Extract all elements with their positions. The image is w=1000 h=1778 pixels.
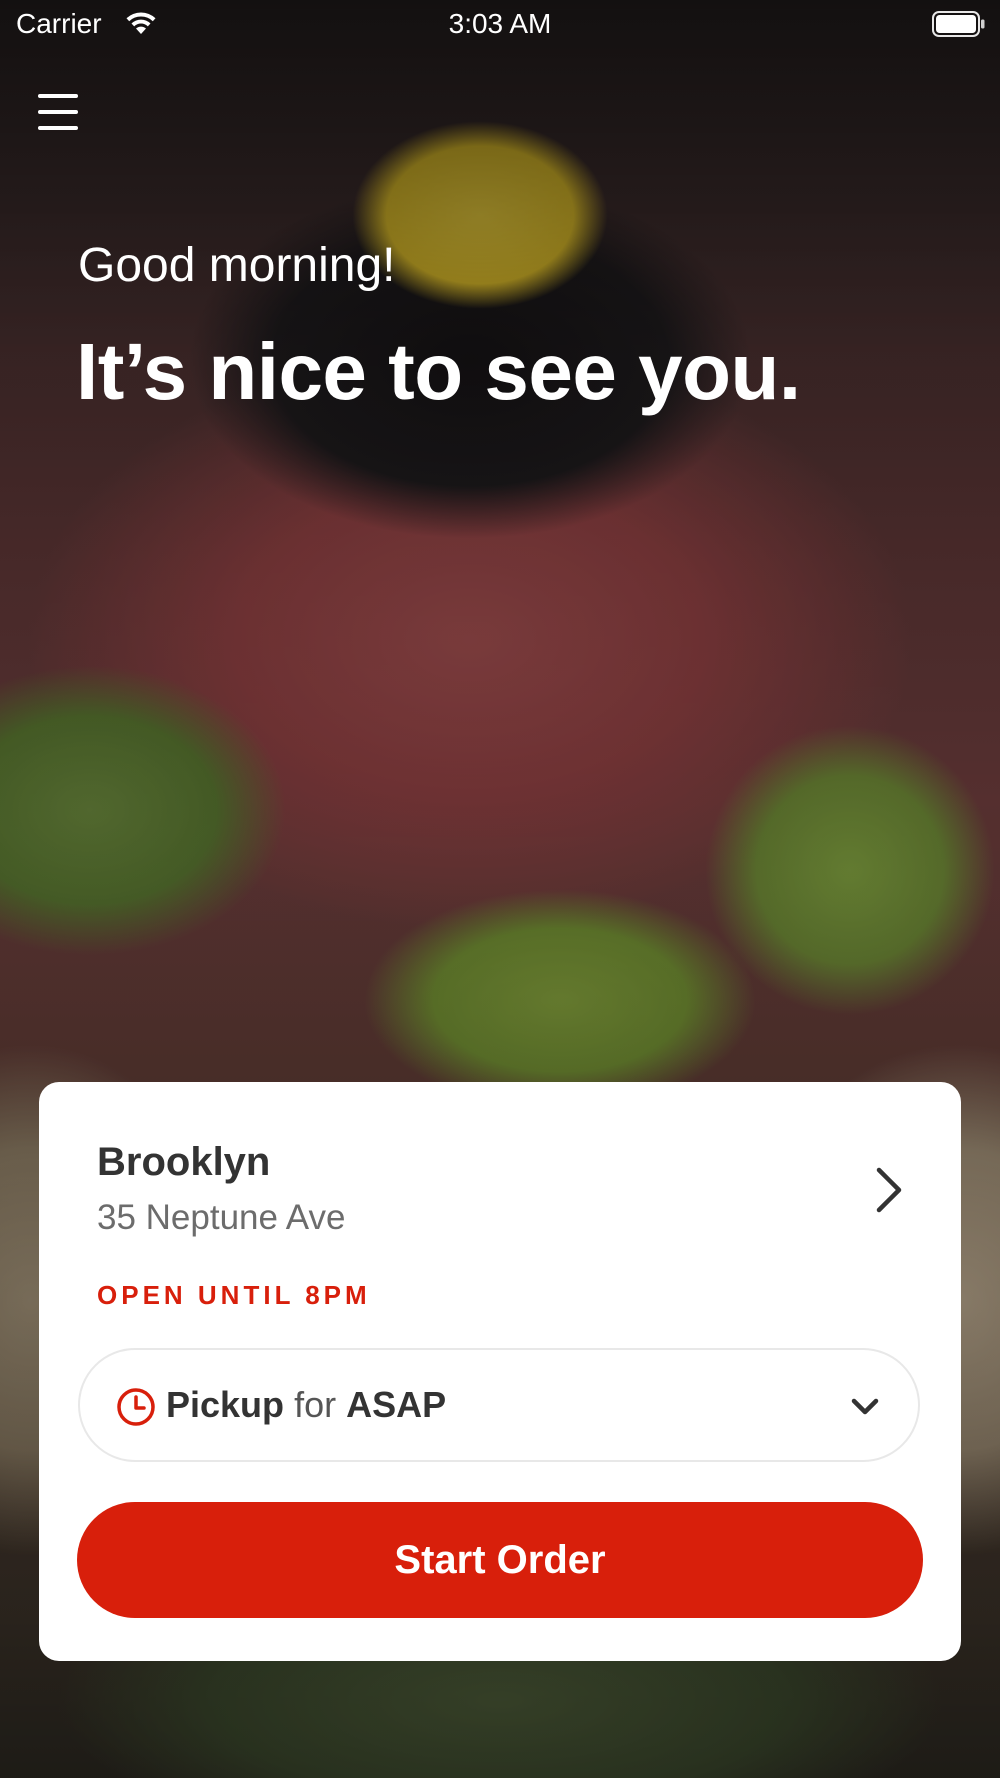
- chevron-right-icon[interactable]: [869, 1162, 909, 1218]
- battery-icon: [932, 11, 985, 37]
- clock-icon: [117, 1388, 155, 1426]
- location-card: Brooklyn 35 Neptune Ave OPEN UNTIL 8PM P…: [39, 1082, 961, 1661]
- start-order-button[interactable]: Start Order: [77, 1502, 923, 1618]
- welcome-headline: It’s nice to see you.: [76, 327, 801, 416]
- pickup-time-select[interactable]: Pickup for ASAP: [78, 1348, 920, 1462]
- pickup-mode: Pickup: [166, 1384, 285, 1425]
- status-time: 3:03 AM: [448, 8, 552, 39]
- greeting-text: Good morning!: [78, 239, 396, 292]
- hamburger-menu-icon[interactable]: [34, 92, 82, 132]
- menu-line: [38, 126, 78, 130]
- menu-line: [38, 94, 78, 98]
- pickup-connector: for: [294, 1384, 337, 1425]
- chevron-down-icon: [851, 1398, 879, 1415]
- menu-line: [38, 110, 78, 114]
- pickup-time: ASAP: [346, 1384, 447, 1425]
- location-address: 35 Neptune Ave: [97, 1198, 346, 1237]
- status-bar: Carrier 3:03 AM: [0, 0, 1000, 50]
- pickup-summary: Pickup for ASAP: [166, 1384, 446, 1426]
- location-name: Brooklyn: [97, 1140, 271, 1184]
- hours-status: OPEN UNTIL 8PM: [97, 1280, 371, 1310]
